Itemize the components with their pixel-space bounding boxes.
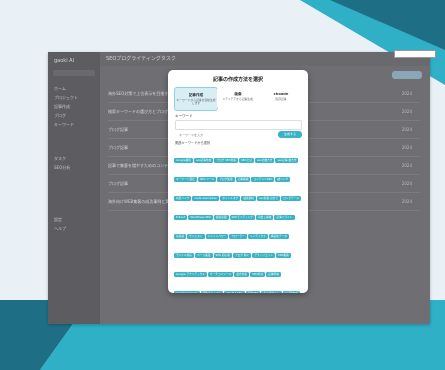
keyword-tag[interactable]: 検索ボリューム xyxy=(200,291,224,293)
keyword-tag[interactable]: AI記事作成 xyxy=(282,291,300,293)
modal-title: 記事の作成方法を選択 xyxy=(212,77,263,83)
row-date: 2024 xyxy=(401,181,412,186)
row-date: 2024 xyxy=(401,199,412,204)
create-article-modal: 記事の作成方法を選択 記事作成 キーワードから記事を自動生成します 画像 Cアイ… xyxy=(168,70,308,293)
row-title: ブログ記事 xyxy=(108,145,128,150)
keyword-tag[interactable]: Google アナリティクス xyxy=(174,272,207,277)
keyword-tag[interactable]: 記事構成 xyxy=(235,177,251,182)
suggestion-label: 関連キーワードから選択 xyxy=(175,141,211,145)
keyword-tag[interactable]: 競合分析 xyxy=(234,272,250,277)
keyword-tag[interactable]: SEO 初心者 xyxy=(213,253,232,258)
keyword-tag[interactable]: ロングテール xyxy=(281,196,302,201)
keyword-tag[interactable]: seo記事 書き方 xyxy=(275,158,299,163)
keyword-tag[interactable]: ブログ SEO対策 xyxy=(214,158,239,163)
sidebar-item[interactable]: ブログ xyxy=(54,113,98,118)
option-title: choode xyxy=(273,92,289,96)
sidebar-item[interactable]: 設定 xyxy=(54,217,98,222)
keyword-tag[interactable]: seo記事作成 xyxy=(193,158,214,163)
keyword-tag[interactable]: クローラー xyxy=(229,234,247,239)
option-card-article[interactable]: 記事作成 キーワードから記事を自動生成します xyxy=(174,87,218,111)
row-title: ブログ記事 xyxy=(108,181,128,186)
sidebar-item[interactable]: ホーム xyxy=(54,86,98,91)
option-subtitle: 既存記事 xyxy=(275,97,287,101)
keyword-label: キーワード xyxy=(175,114,193,118)
sidebar-item[interactable]: タスク xyxy=(54,156,98,161)
keyword-tag[interactable]: サーチコンソール xyxy=(207,272,234,277)
keyword-tag[interactable]: 海外SEO xyxy=(245,291,261,293)
sidebar: gaoki AI ホーム プロジェクト 記事作成 ブログ キーワード タスク S… xyxy=(48,52,100,324)
keyword-tag[interactable]: Google検索 xyxy=(174,158,193,163)
keyword-tag[interactable]: SEOとは xyxy=(239,158,255,163)
keyword-tag[interactable]: 記事単価 xyxy=(266,272,281,277)
keyword-tag[interactable]: 共起語 xyxy=(174,234,187,239)
keyword-tag[interactable]: サジェスト xyxy=(187,234,205,239)
page-title: SEOブログライティングタスク xyxy=(106,56,176,62)
keyword-tag[interactable]: ブログ集客 xyxy=(217,177,235,182)
new-article-button[interactable] xyxy=(392,71,422,79)
row-title: ブログ記事 xyxy=(108,127,128,132)
keyword-tag[interactable]: seo対策 自分で xyxy=(257,196,281,201)
keyword-tag[interactable]: コンテンツSEO xyxy=(251,177,275,182)
keyword-tag[interactable]: 多言語サイト xyxy=(261,291,282,293)
sidebar-item[interactable]: キーワード xyxy=(54,122,98,127)
keyword-tag[interactable]: キーワードツール xyxy=(174,291,200,293)
keyword-tag[interactable]: ページ速度 xyxy=(195,253,213,258)
stage: gaoki AI ホーム プロジェクト 記事作成 ブログ キーワード タスク S… xyxy=(0,0,445,370)
keyword-tag[interactable]: アフィリエイト xyxy=(252,253,276,258)
generate-button[interactable]: 生成する xyxy=(278,131,302,138)
keyword-tag[interactable]: ローカルSEO xyxy=(224,291,245,293)
keyword-tag[interactable]: キーワード選定 xyxy=(174,177,197,182)
keyword-tag[interactable]: ブログ 稼ぐ xyxy=(232,253,252,258)
keyword-tag[interactable]: WordPress SEO xyxy=(188,215,213,220)
row-date: 2024 xyxy=(401,145,412,150)
keyword-tag[interactable]: ドメインパワー xyxy=(205,234,229,239)
sidebar-search-input[interactable] xyxy=(53,70,95,76)
top-bar: SEOブログライティングタスク xyxy=(100,52,430,66)
keyword-tag-list: Google検索 seo記事作成 ブログ SEO対策 SEOとは seoの書き方 seo記… xyxy=(174,146,304,293)
option-subtitle: Cアイデアから記事生成 xyxy=(223,97,253,101)
keyword-tag[interactable]: 検索意図 xyxy=(213,215,229,220)
row-date: 2024 xyxy=(401,109,412,114)
keyword-field[interactable] xyxy=(175,120,302,139)
sidebar-item[interactable]: プロジェクト xyxy=(54,95,98,100)
app-logo: gaoki AI xyxy=(54,58,75,64)
option-card-existing[interactable]: choode 既存記事 xyxy=(260,87,302,109)
sidebar-item[interactable]: SEO分析 xyxy=(54,165,98,170)
row-date: 2024 xyxy=(401,91,412,96)
sidebar-item[interactable]: ヘルプ xyxy=(54,226,98,231)
option-card-image[interactable]: 画像 Cアイデアから記事生成 xyxy=(217,87,259,109)
keyword-tag[interactable]: 内部リンク xyxy=(174,196,192,201)
keyword-tag[interactable]: タイトルタグ xyxy=(220,196,241,201)
option-subtitle: キーワードから記事を自動生成します xyxy=(176,98,216,106)
keyword-tag[interactable]: インデックス xyxy=(247,234,268,239)
window-stamp xyxy=(394,50,436,58)
keyword-tag[interactable]: SNS集客 xyxy=(276,253,291,258)
keyword-tag[interactable]: SEO ツール xyxy=(197,177,217,182)
keyword-tag[interactable]: meta description xyxy=(192,196,220,201)
keyword-tag[interactable]: 見出し構成 xyxy=(255,215,274,220)
keyword-tag[interactable]: 記事リライト xyxy=(274,215,295,220)
keyword-tag[interactable]: SEO外注 xyxy=(250,272,266,277)
keyword-tag[interactable]: モバイル対応 xyxy=(174,253,195,258)
row-date: 2024 xyxy=(401,163,412,168)
keyword-tag[interactable]: E-E-A-T xyxy=(174,215,188,220)
keyword-tag[interactable]: seoの書き方 xyxy=(255,158,275,163)
sidebar-item[interactable]: 記事作成 xyxy=(54,104,98,109)
keyword-tag[interactable]: SEOライティング xyxy=(229,215,255,220)
row-date: 2024 xyxy=(401,127,412,132)
keyword-tag[interactable]: 被リンク xyxy=(275,177,291,182)
keyword-tag[interactable]: 構造化データ xyxy=(268,234,289,239)
keyword-tag[interactable]: 検索順位 xyxy=(241,196,257,201)
